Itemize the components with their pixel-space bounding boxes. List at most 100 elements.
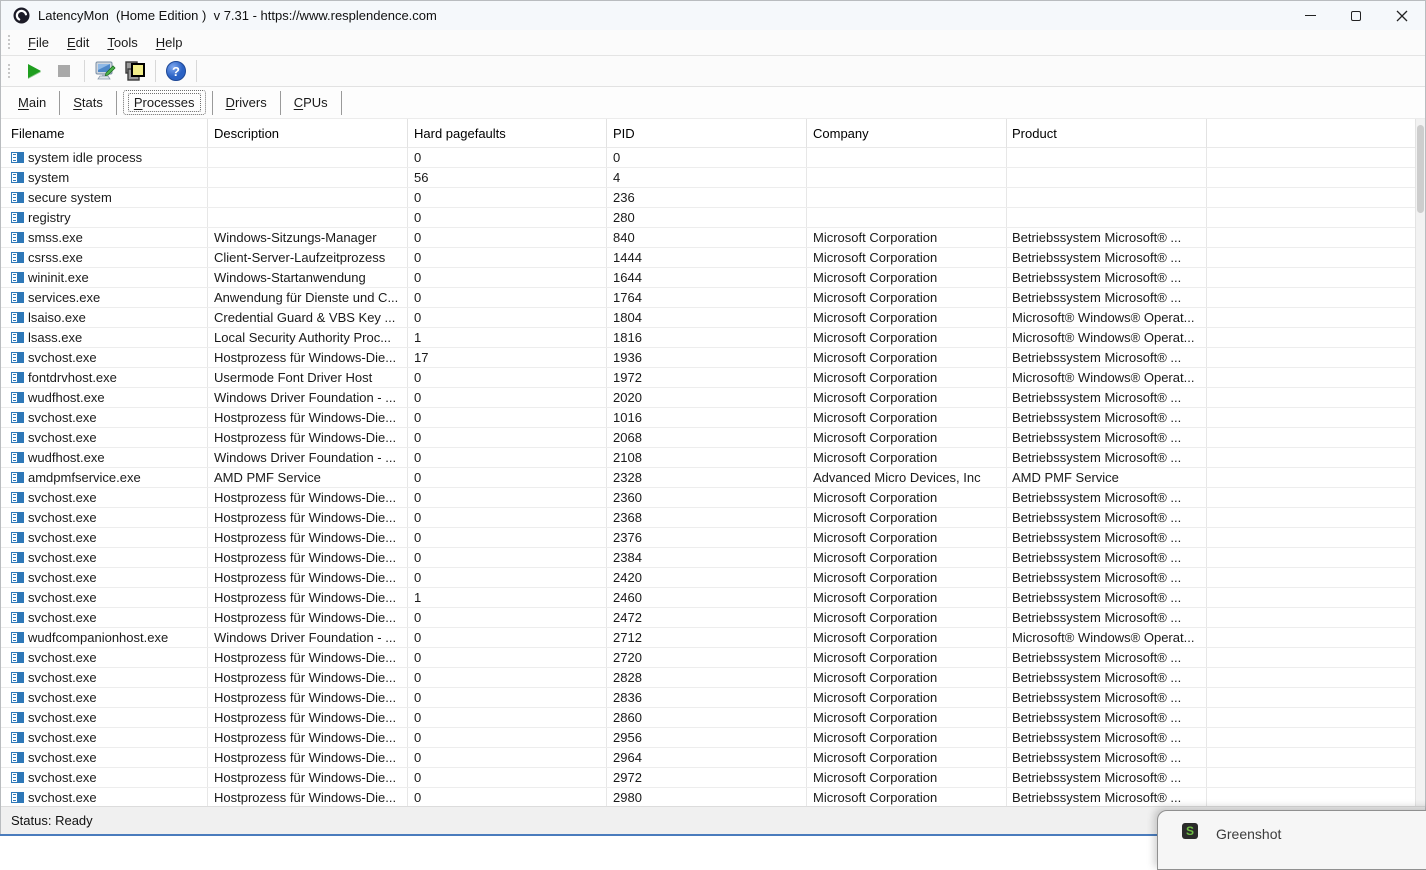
tab-drivers[interactable]: Drivers (215, 91, 278, 114)
toolbar-gripper[interactable] (7, 63, 11, 80)
start-monitor-button[interactable] (21, 58, 47, 84)
table-row[interactable]: svchost.exe Hostprozess für Windows-Die.… (1, 428, 1425, 448)
play-icon (28, 64, 41, 78)
column-header-company[interactable]: Company (807, 119, 1007, 148)
cell-company: Microsoft Corporation (807, 588, 1007, 607)
processes-view-button[interactable] (122, 58, 148, 84)
table-row[interactable]: wudfcompanionhost.exe Windows Driver Fou… (1, 628, 1425, 648)
column-header-hard-pagefaults[interactable]: Hard pagefaults (408, 119, 607, 148)
table-row[interactable]: fontdrvhost.exe Usermode Font Driver Hos… (1, 368, 1425, 388)
cell-hard-pagefaults: 56 (408, 168, 607, 187)
tab-main[interactable]: Main (7, 91, 57, 114)
greenshot-toast[interactable]: S Greenshot (1157, 810, 1426, 870)
menu-file[interactable]: File (19, 32, 58, 53)
table-row[interactable]: svchost.exe Hostprozess für Windows-Die.… (1, 788, 1425, 806)
table-row[interactable]: wudfhost.exe Windows Driver Foundation -… (1, 388, 1425, 408)
cell-company: Microsoft Corporation (807, 748, 1007, 767)
table-row[interactable]: csrss.exe Client-Server-Laufzeitprozess … (1, 248, 1425, 268)
table-row[interactable]: smss.exe Windows-Sitzungs-Manager 0 840 … (1, 228, 1425, 248)
cell-filename: system idle process (28, 148, 142, 167)
table-row[interactable]: svchost.exe Hostprozess für Windows-Die.… (1, 488, 1425, 508)
tab-stats[interactable]: Stats (62, 91, 114, 114)
cell-company: Microsoft Corporation (807, 528, 1007, 547)
cell-empty (1207, 148, 1425, 167)
analyze-hardware-button[interactable] (92, 58, 118, 84)
tab-cpus[interactable]: CPUs (283, 91, 339, 114)
table-row[interactable]: svchost.exe Hostprozess für Windows-Die.… (1, 728, 1425, 748)
table-row[interactable]: wudfhost.exe Windows Driver Foundation -… (1, 448, 1425, 468)
cell-company: Microsoft Corporation (807, 248, 1007, 267)
cell-company: Microsoft Corporation (807, 548, 1007, 567)
table-row[interactable]: svchost.exe Hostprozess für Windows-Die.… (1, 508, 1425, 528)
table-row[interactable]: registry 0 280 (1, 208, 1425, 228)
menu-edit[interactable]: Edit (58, 32, 98, 53)
cell-pid: 2420 (607, 568, 807, 587)
cell-hard-pagefaults: 0 (408, 608, 607, 627)
cell-empty (1207, 728, 1425, 747)
cell-hard-pagefaults: 0 (408, 668, 607, 687)
table-row[interactable]: svchost.exe Hostprozess für Windows-Die.… (1, 648, 1425, 668)
menu-help[interactable]: Help (147, 32, 192, 53)
table-row[interactable]: secure system 0 236 (1, 188, 1425, 208)
close-button[interactable] (1379, 1, 1425, 30)
process-icon (11, 792, 24, 803)
tab-processes[interactable]: Processes (123, 90, 206, 115)
cell-filename: svchost.exe (28, 568, 97, 587)
minimize-button[interactable] (1287, 1, 1333, 30)
help-button[interactable]: ? (163, 58, 189, 84)
table-row[interactable]: svchost.exe Hostprozess für Windows-Die.… (1, 668, 1425, 688)
cell-description: Anwendung für Dienste und C... (208, 288, 408, 307)
table-row[interactable]: system 56 4 (1, 168, 1425, 188)
table-row[interactable]: services.exe Anwendung für Dienste und C… (1, 288, 1425, 308)
table-row[interactable]: svchost.exe Hostprozess für Windows-Die.… (1, 348, 1425, 368)
cell-description: Hostprozess für Windows-Die... (208, 488, 408, 507)
process-icon (11, 592, 24, 603)
cell-empty (1207, 208, 1425, 227)
menu-tools[interactable]: Tools (98, 32, 146, 53)
cell-empty (1207, 368, 1425, 387)
maximize-button[interactable] (1333, 1, 1379, 30)
column-header-description[interactable]: Description (208, 119, 408, 148)
column-header-filename[interactable]: Filename (1, 119, 208, 148)
table-row[interactable]: lsass.exe Local Security Authority Proc.… (1, 328, 1425, 348)
table-row[interactable]: svchost.exe Hostprozess für Windows-Die.… (1, 688, 1425, 708)
process-icon (11, 392, 24, 403)
cell-description: Usermode Font Driver Host (208, 368, 408, 387)
table-row[interactable]: svchost.exe Hostprozess für Windows-Die.… (1, 528, 1425, 548)
cell-company: Microsoft Corporation (807, 668, 1007, 687)
table-row[interactable]: svchost.exe Hostprozess für Windows-Die.… (1, 608, 1425, 628)
process-icon (11, 712, 24, 723)
table-row[interactable]: amdpmfservice.exe AMD PMF Service 0 2328… (1, 468, 1425, 488)
table-row[interactable]: svchost.exe Hostprozess für Windows-Die.… (1, 708, 1425, 728)
stop-monitor-button[interactable] (51, 58, 77, 84)
column-header-pid[interactable]: PID (607, 119, 807, 148)
cell-product: Betriebssystem Microsoft® ... (1007, 428, 1207, 447)
scrollbar-thumb[interactable] (1417, 125, 1424, 213)
table-row[interactable]: svchost.exe Hostprozess für Windows-Die.… (1, 588, 1425, 608)
cell-empty (1207, 668, 1425, 687)
menubar-gripper[interactable] (7, 34, 11, 51)
column-header-product[interactable]: Product (1007, 119, 1207, 148)
table-row[interactable]: lsaiso.exe Credential Guard & VBS Key ..… (1, 308, 1425, 328)
table-row[interactable]: svchost.exe Hostprozess für Windows-Die.… (1, 748, 1425, 768)
table-row[interactable]: system idle process 0 0 (1, 148, 1425, 168)
table-row[interactable]: wininit.exe Windows-Startanwendung 0 164… (1, 268, 1425, 288)
table-row[interactable]: svchost.exe Hostprozess für Windows-Die.… (1, 768, 1425, 788)
table-row[interactable]: svchost.exe Hostprozess für Windows-Die.… (1, 548, 1425, 568)
window-controls (1287, 1, 1425, 30)
process-icon (11, 412, 24, 423)
process-icon (11, 332, 24, 343)
process-icon (11, 352, 24, 363)
table-row[interactable]: svchost.exe Hostprozess für Windows-Die.… (1, 568, 1425, 588)
cell-empty (1207, 248, 1425, 267)
cell-empty (1207, 548, 1425, 567)
cell-filename: svchost.exe (28, 508, 97, 527)
process-icon (11, 572, 24, 583)
cell-product: AMD PMF Service (1007, 468, 1207, 487)
vertical-scrollbar[interactable] (1415, 119, 1425, 806)
process-icon (11, 732, 24, 743)
cell-product: Betriebssystem Microsoft® ... (1007, 568, 1207, 587)
cell-hard-pagefaults: 0 (408, 268, 607, 287)
cell-product: Betriebssystem Microsoft® ... (1007, 228, 1207, 247)
table-row[interactable]: svchost.exe Hostprozess für Windows-Die.… (1, 408, 1425, 428)
